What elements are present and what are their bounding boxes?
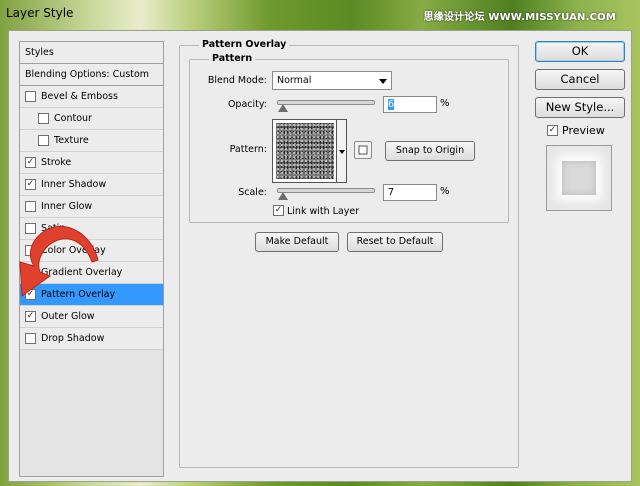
- style-checkbox-inner-shadow[interactable]: ✓: [25, 179, 36, 190]
- styles-header-label: Styles: [25, 47, 54, 58]
- scale-unit: %: [440, 186, 450, 197]
- scale-slider-thumb[interactable]: [278, 192, 288, 200]
- blend-mode-select[interactable]: Normal: [272, 71, 392, 90]
- style-checkbox-outer-glow[interactable]: ✓: [25, 311, 36, 322]
- blending-options-item[interactable]: Blending Options: Custom: [20, 64, 163, 86]
- style-label-drop-shadow: Drop Shadow: [41, 333, 105, 344]
- red-arrow-annotation: [19, 225, 99, 297]
- opacity-label: Opacity:: [227, 99, 267, 110]
- make-default-button[interactable]: Make Default: [255, 232, 339, 252]
- preview-checkbox[interactable]: ✓: [547, 125, 558, 136]
- style-checkbox-texture[interactable]: [38, 135, 49, 146]
- chevron-down-icon: [379, 79, 387, 84]
- pattern-picker[interactable]: [272, 119, 347, 183]
- opacity-input[interactable]: 6: [383, 96, 437, 113]
- new-style-button[interactable]: New Style...: [535, 97, 625, 118]
- preview-label: Preview: [562, 124, 605, 137]
- ok-button[interactable]: OK: [535, 41, 625, 62]
- scale-slider[interactable]: [277, 188, 375, 193]
- chevron-down-icon: [339, 150, 345, 154]
- title-bar[interactable]: Layer Style 思缘设计论坛 WWW.MISSYUAN.COM: [0, 0, 640, 28]
- watermark-text-cn: 思缘设计论坛: [423, 12, 485, 23]
- opacity-value: 6: [388, 99, 395, 110]
- blend-mode-value: Normal: [277, 75, 312, 86]
- snap-to-origin-button[interactable]: Snap to Origin: [385, 141, 475, 161]
- style-item-drop-shadow[interactable]: Drop Shadow: [20, 328, 163, 350]
- style-item-bevel-emboss[interactable]: Bevel & Emboss: [20, 86, 163, 108]
- link-with-layer-label: Link with Layer: [287, 206, 360, 217]
- watermark: 思缘设计论坛 WWW.MISSYUAN.COM: [423, 8, 616, 23]
- new-preset-icon: [358, 145, 368, 155]
- style-preview-swatch: [562, 161, 596, 195]
- style-checkbox-contour[interactable]: [38, 113, 49, 124]
- link-with-layer-checkbox[interactable]: ✓: [273, 205, 284, 216]
- reset-to-default-button[interactable]: Reset to Default: [347, 232, 443, 252]
- cancel-button[interactable]: Cancel: [535, 69, 625, 90]
- scale-input[interactable]: 7: [383, 184, 437, 201]
- style-checkbox-drop-shadow[interactable]: [25, 333, 36, 344]
- opacity-slider-thumb[interactable]: [278, 104, 288, 112]
- style-label-inner-shadow: Inner Shadow: [41, 179, 107, 190]
- opacity-slider[interactable]: [277, 100, 375, 105]
- style-checkbox-stroke[interactable]: ✓: [25, 157, 36, 168]
- style-label-texture: Texture: [54, 135, 89, 146]
- scale-value: 7: [388, 187, 395, 198]
- window-title: Layer Style: [6, 6, 74, 20]
- opacity-unit: %: [440, 98, 450, 109]
- style-label-contour: Contour: [54, 113, 92, 124]
- style-checkbox-bevel-emboss[interactable]: [25, 91, 36, 102]
- pattern-group-title: Pattern: [209, 53, 256, 64]
- style-label-bevel-emboss: Bevel & Emboss: [41, 91, 118, 102]
- pattern-thumbnail: [276, 123, 334, 179]
- layer-style-window: Layer Style 思缘设计论坛 WWW.MISSYUAN.COM Styl…: [0, 0, 640, 486]
- style-label-outer-glow: Outer Glow: [41, 311, 95, 322]
- styles-header[interactable]: Styles: [20, 42, 163, 64]
- new-preset-button[interactable]: [354, 141, 372, 159]
- style-item-contour[interactable]: Contour: [20, 108, 163, 130]
- blending-options-label: Blending Options: Custom: [25, 69, 150, 80]
- style-label-stroke: Stroke: [41, 157, 72, 168]
- watermark-text-url: WWW.MISSYUAN.COM: [488, 12, 616, 23]
- blend-mode-label: Blend Mode:: [207, 75, 267, 86]
- style-preview: [546, 145, 612, 211]
- pattern-label: Pattern:: [229, 144, 267, 155]
- scale-label: Scale:: [238, 187, 267, 198]
- pattern-overlay-title: Pattern Overlay: [199, 39, 290, 50]
- style-item-inner-shadow[interactable]: ✓ Inner Shadow: [20, 174, 163, 196]
- style-item-texture[interactable]: Texture: [20, 130, 163, 152]
- style-item-stroke[interactable]: ✓ Stroke: [20, 152, 163, 174]
- pattern-dropdown-toggle[interactable]: [336, 120, 346, 182]
